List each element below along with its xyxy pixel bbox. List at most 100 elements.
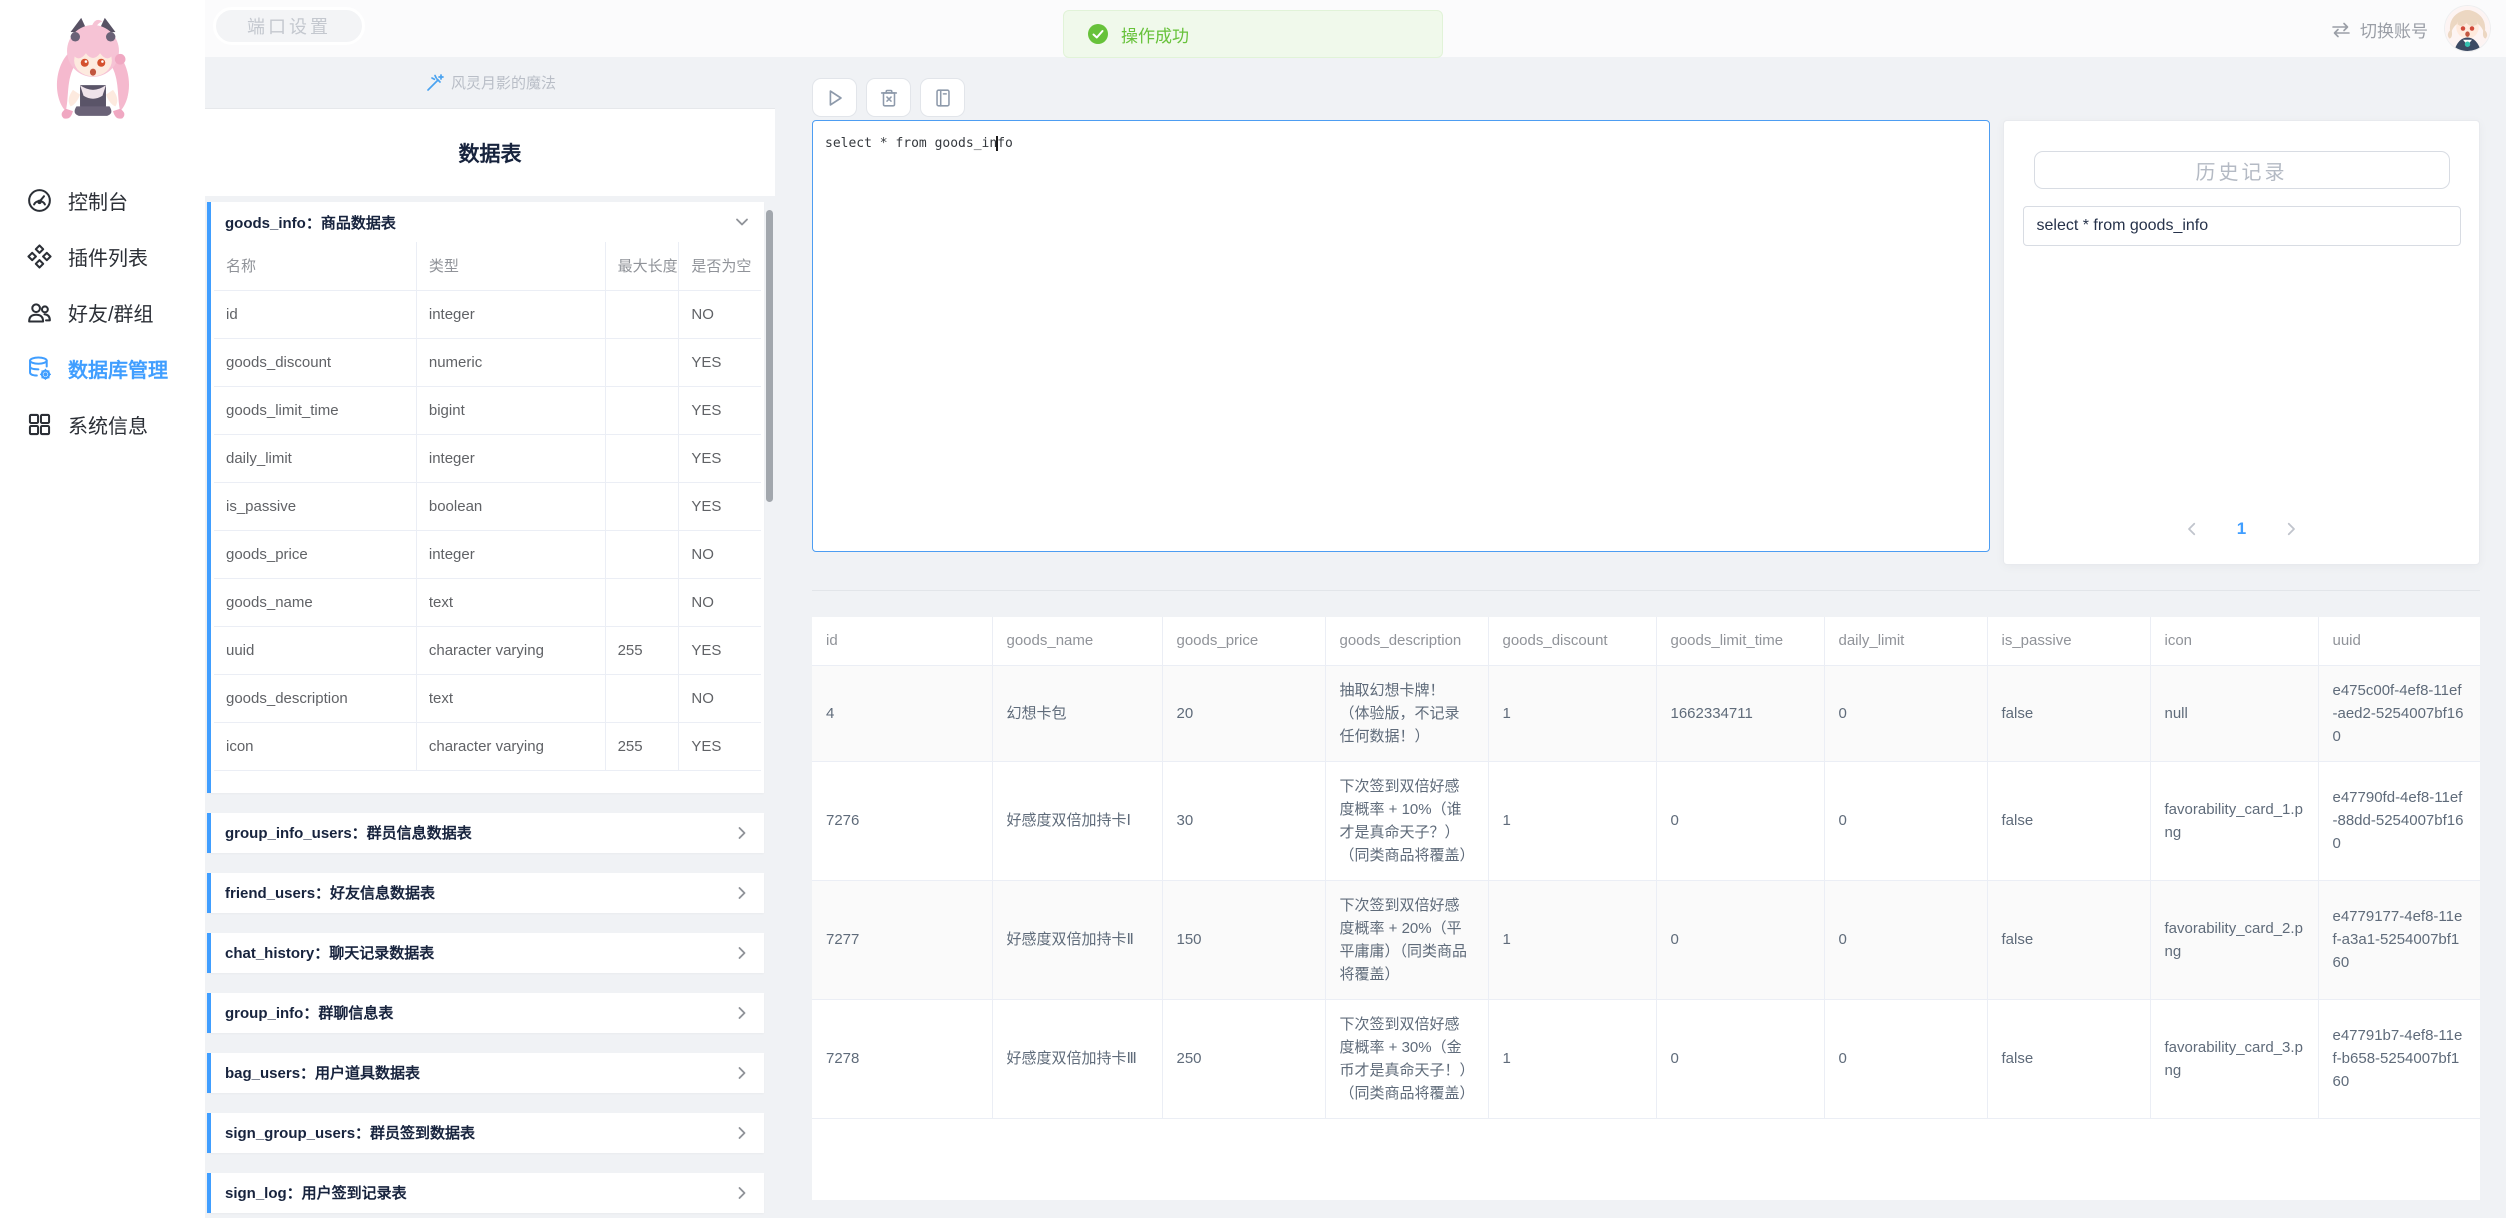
grid-icon bbox=[26, 411, 53, 438]
schema-row: idinteger NO bbox=[214, 290, 761, 338]
sidebar-item-friends[interactable]: 好友/群组 bbox=[0, 284, 205, 340]
table-card-goods-info[interactable]: goods_info：商品数据表 名称类型最大长度是否为空 idintegerN… bbox=[207, 202, 764, 793]
schema-cell: NO bbox=[679, 578, 761, 626]
history-item[interactable]: select * from goods_info bbox=[2023, 206, 2461, 246]
schema-cell: id bbox=[214, 290, 416, 338]
page-number[interactable]: 1 bbox=[2237, 519, 2246, 539]
schema-cell: integer bbox=[416, 290, 605, 338]
results-cell: 幻想卡包 bbox=[992, 665, 1162, 761]
schema-cell: boolean bbox=[416, 482, 605, 530]
results-row[interactable]: 4幻想卡包20抽取幻想卡牌！（体验版，不记录任何数据！）116623347110… bbox=[812, 665, 2480, 761]
prev-page-icon[interactable] bbox=[2183, 520, 2201, 538]
schema-cell bbox=[605, 482, 679, 530]
results-column-header: id bbox=[812, 617, 992, 665]
results-cell: 0 bbox=[1824, 999, 1987, 1118]
journal-button[interactable] bbox=[920, 78, 965, 117]
results-cell: 7277 bbox=[812, 880, 992, 999]
sidebar-item-plugins[interactable]: 插件列表 bbox=[0, 228, 205, 284]
table-card-group-info[interactable]: group_info：群聊信息表 bbox=[207, 993, 764, 1033]
schema-cell: YES bbox=[679, 722, 761, 770]
results-column-header: goods_name bbox=[992, 617, 1162, 665]
schema-cell: bigint bbox=[416, 386, 605, 434]
table-card-header[interactable]: bag_users：用户道具数据表 bbox=[211, 1053, 764, 1093]
table-card-header[interactable]: group_info_users：群员信息数据表 bbox=[211, 813, 764, 853]
tables-list: goods_info：商品数据表 名称类型最大长度是否为空 idintegerN… bbox=[207, 202, 764, 1213]
next-page-icon[interactable] bbox=[2282, 520, 2300, 538]
table-card-sign-log[interactable]: sign_log：用户签到记录表 bbox=[207, 1173, 764, 1213]
section-divider bbox=[812, 590, 2480, 591]
results-column-header: goods_price bbox=[1162, 617, 1325, 665]
schema-column-header: 名称 bbox=[214, 242, 416, 290]
schema-column-header: 最大长度 bbox=[605, 242, 679, 290]
table-card-chat-history[interactable]: chat_history：聊天记录数据表 bbox=[207, 933, 764, 973]
results-cell: 1662334711 bbox=[1656, 665, 1824, 761]
sidebar-item-system[interactable]: 系统信息 bbox=[0, 396, 205, 452]
table-card-friend-users[interactable]: friend_users：好友信息数据表 bbox=[207, 873, 764, 913]
table-card-header[interactable]: group_info：群聊信息表 bbox=[211, 993, 764, 1033]
chevron-right-icon bbox=[732, 883, 752, 903]
results-cell: false bbox=[1987, 665, 2150, 761]
success-toast: 操作成功 bbox=[1063, 10, 1443, 58]
table-card-bag-users[interactable]: bag_users：用户道具数据表 bbox=[207, 1053, 764, 1093]
table-card-header[interactable]: sign_group_users：群员签到数据表 bbox=[211, 1113, 764, 1153]
results-cell: e475c00f-4ef8-11ef-aed2-5254007bf160 bbox=[2318, 665, 2480, 761]
schema-row: daily_limitintegerYES bbox=[214, 434, 761, 482]
schema-column-header: 类型 bbox=[416, 242, 605, 290]
sidebar-item-database[interactable]: 数据库管理 bbox=[0, 340, 205, 396]
port-settings-button[interactable]: 端口设置 bbox=[213, 7, 365, 45]
results-cell: 好感度双倍加持卡Ⅲ bbox=[992, 999, 1162, 1118]
sql-text-tail: fo bbox=[997, 136, 1013, 151]
schema-cell: NO bbox=[679, 290, 761, 338]
schema-row: goods_priceintegerNO bbox=[214, 530, 761, 578]
table-card-label: sign_log：用户签到记录表 bbox=[225, 1182, 407, 1203]
database-admin-page: { "app": { "accent_color": "#409eff", "s… bbox=[0, 0, 2506, 1218]
results-panel: idgoods_namegoods_pricegoods_description… bbox=[812, 617, 2480, 1200]
table-card-group-info-users[interactable]: group_info_users：群员信息数据表 bbox=[207, 813, 764, 853]
results-row[interactable]: 7278好感度双倍加持卡Ⅲ250下次签到双倍好感度概率 + 30%（金币才是真命… bbox=[812, 999, 2480, 1118]
schema-cell bbox=[605, 338, 679, 386]
table-card-label: goods_info：商品数据表 bbox=[225, 212, 396, 233]
account-avatar[interactable] bbox=[2445, 6, 2490, 51]
history-panel: 历史记录 select * from goods_info 1 bbox=[2003, 120, 2480, 565]
watermark-text: 风灵月影的魔法 bbox=[451, 72, 556, 93]
table-card-header[interactable]: chat_history：聊天记录数据表 bbox=[211, 933, 764, 973]
delete-icon bbox=[878, 87, 900, 109]
table-card-sign-group-users[interactable]: sign_group_users：群员签到数据表 bbox=[207, 1113, 764, 1153]
results-cell: favorability_card_3.png bbox=[2150, 999, 2318, 1118]
results-cell: 7278 bbox=[812, 999, 992, 1118]
sidebar-item-console[interactable]: 控制台 bbox=[0, 172, 205, 228]
table-card-header[interactable]: goods_info：商品数据表 bbox=[211, 202, 764, 242]
users-icon bbox=[26, 299, 53, 326]
table-card-header[interactable]: sign_log：用户签到记录表 bbox=[211, 1173, 764, 1213]
schema-cell: is_passive bbox=[214, 482, 416, 530]
table-card-header[interactable]: friend_users：好友信息数据表 bbox=[211, 873, 764, 913]
schema-cell: goods_name bbox=[214, 578, 416, 626]
editor-toolbar bbox=[812, 78, 965, 117]
results-column-header: icon bbox=[2150, 617, 2318, 665]
run-button[interactable] bbox=[812, 78, 857, 117]
panel-scrollbar-thumb[interactable] bbox=[766, 210, 773, 502]
sql-editor[interactable]: select * from goods_info bbox=[812, 120, 1990, 552]
schema-cell bbox=[605, 290, 679, 338]
schema-row: goods_nametext NO bbox=[214, 578, 761, 626]
results-cell: 好感度双倍加持卡Ⅰ bbox=[992, 761, 1162, 880]
results-row[interactable]: 7276好感度双倍加持卡Ⅰ30下次签到双倍好感度概率 + 10%（谁才是真命天子… bbox=[812, 761, 2480, 880]
tables-panel-header: 数据表 bbox=[205, 108, 775, 196]
results-row[interactable]: 7277好感度双倍加持卡Ⅱ150下次签到双倍好感度概率 + 20%（平平庸庸）（… bbox=[812, 880, 2480, 999]
history-pagination: 1 bbox=[2004, 519, 2479, 539]
results-cell: 下次签到双倍好感度概率 + 30%（金币才是真命天子！）（同类商品将覆盖） bbox=[1325, 999, 1488, 1118]
delete-button[interactable] bbox=[866, 78, 911, 117]
schema-header-row: 名称类型最大长度是否为空 bbox=[214, 242, 761, 290]
results-column-header: goods_description bbox=[1325, 617, 1488, 665]
history-list: select * from goods_info bbox=[2004, 206, 2479, 246]
schema-cell: integer bbox=[416, 530, 605, 578]
results-cell: false bbox=[1987, 999, 2150, 1118]
switch-account-button[interactable]: 切换账号 bbox=[2331, 17, 2428, 42]
results-cell: 0 bbox=[1656, 999, 1824, 1118]
schema-cell: YES bbox=[679, 482, 761, 530]
results-cell: 1 bbox=[1488, 761, 1656, 880]
schema-table-body: idintegerNOgoods_discountnumericYESgoods… bbox=[214, 290, 761, 770]
success-check-icon bbox=[1088, 24, 1108, 44]
results-cell: false bbox=[1987, 761, 2150, 880]
schema-cell: text bbox=[416, 578, 605, 626]
